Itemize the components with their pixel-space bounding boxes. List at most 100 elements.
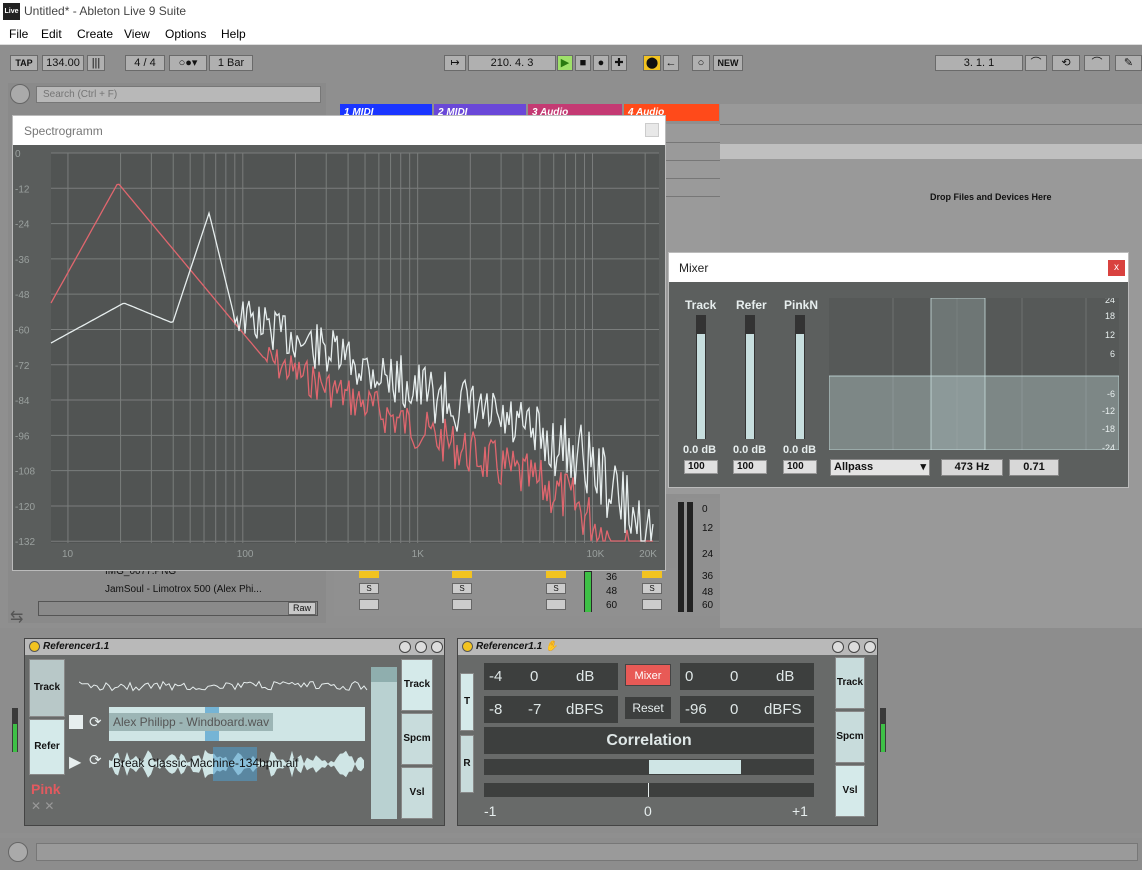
- track-activator-button[interactable]: [546, 570, 566, 578]
- solo-button[interactable]: S: [642, 583, 662, 594]
- draw-mode-icon[interactable]: ✎: [1115, 55, 1142, 71]
- q-field[interactable]: 0.71: [1009, 459, 1059, 476]
- quantize-select[interactable]: 1 Bar: [209, 55, 253, 71]
- browser-search-input[interactable]: [36, 86, 321, 103]
- solo-button[interactable]: S: [546, 583, 566, 594]
- channel-fader[interactable]: [696, 315, 706, 439]
- reset-button[interactable]: Reset: [625, 697, 671, 719]
- settings-icon[interactable]: [431, 641, 443, 653]
- arm-button[interactable]: [546, 599, 566, 610]
- loop-icon[interactable]: ⟳: [89, 713, 102, 731]
- loop-switch-icon[interactable]: ⟲: [1052, 55, 1080, 71]
- track-view-button[interactable]: Track: [835, 657, 865, 709]
- save-icon[interactable]: [399, 641, 411, 653]
- reference-clip-b[interactable]: Break Classic Machine-134bpm.aif: [109, 747, 365, 781]
- hotswap-icon[interactable]: [415, 641, 427, 653]
- referencer-device-1[interactable]: Referencer1.1 Track Refer Pink ✕ ✕ ⟳ ▶ ⟳…: [24, 638, 445, 826]
- loop-icon[interactable]: ⟳: [89, 751, 102, 769]
- menu-view[interactable]: View: [124, 27, 150, 41]
- arm-button[interactable]: [642, 599, 662, 610]
- mixer-button[interactable]: Mixer: [625, 664, 671, 686]
- reference-clip-a[interactable]: Alex Philipp - Windboard.wav: [109, 707, 365, 741]
- device-power-icon[interactable]: [462, 641, 473, 652]
- hotswap-icon[interactable]: [848, 641, 860, 653]
- output-meter: [371, 667, 397, 819]
- stop-icon[interactable]: [69, 715, 83, 729]
- mixer-window[interactable]: Mixer x Track Refer PinkN 0.0 dB 0.0 dB …: [668, 252, 1129, 488]
- solo-button[interactable]: S: [452, 583, 472, 594]
- file-name-b: Break Classic Machine-134bpm.aif: [113, 756, 299, 770]
- play-icon[interactable]: ▶: [557, 55, 573, 71]
- spectrogram-window[interactable]: Spectrogramm 0 -12 -24 -36 -48 -60 -72 -84 -96 -1…: [12, 115, 666, 571]
- vsl-view-button[interactable]: Vsl: [401, 767, 433, 819]
- r-button[interactable]: R: [460, 735, 474, 793]
- track-activator-button[interactable]: [359, 570, 379, 578]
- track-activator-button[interactable]: [452, 570, 472, 578]
- eq-display[interactable]: 24 18 12 6 -6 -12 -18 -24: [829, 298, 1119, 450]
- tempo-field[interactable]: 134.00: [42, 55, 84, 71]
- swap-icon[interactable]: ⇆: [10, 607, 23, 627]
- save-icon[interactable]: [832, 641, 844, 653]
- stop-icon[interactable]: ■: [575, 55, 591, 71]
- overdub-icon[interactable]: ✚: [611, 55, 627, 71]
- track-button[interactable]: Track: [29, 659, 65, 717]
- track-view-button[interactable]: Track: [401, 659, 433, 711]
- frequency-field[interactable]: 473 Hz: [941, 459, 1003, 476]
- browser-file-item[interactable]: JamSoul - Limotrox 500 (Alex Phi...: [105, 584, 320, 599]
- gain-readout-right: 0 0 dB: [680, 663, 814, 690]
- menu-options[interactable]: Options: [165, 27, 206, 41]
- new-button[interactable]: NEW: [713, 55, 743, 71]
- spectrogram-y-tick: -60: [15, 325, 30, 336]
- channel-volume[interactable]: 100: [783, 460, 817, 474]
- detail-toggle-icon[interactable]: [8, 842, 28, 862]
- close-icon[interactable]: x: [1108, 260, 1125, 276]
- arm-button[interactable]: [359, 599, 379, 610]
- filter-type-select[interactable]: Allpass ▾: [830, 459, 930, 476]
- mixer-strip-area: S S S S: [334, 568, 718, 616]
- close-icon[interactable]: [645, 123, 659, 137]
- device-level-meter: [880, 708, 886, 752]
- time-signature[interactable]: 4 / 4: [125, 55, 165, 71]
- channel-volume[interactable]: 100: [684, 460, 718, 474]
- automation-arm-icon[interactable]: ⬤: [643, 55, 661, 71]
- spectrogram-y-tick: -72: [15, 361, 30, 372]
- song-position[interactable]: 210. 4. 3: [468, 55, 556, 71]
- punch-in-icon[interactable]: ⌒: [1025, 55, 1047, 71]
- browser-toggle-icon[interactable]: [10, 84, 30, 104]
- nudge-icon[interactable]: |||: [87, 55, 105, 71]
- play-icon[interactable]: ▶: [69, 752, 81, 772]
- loop-start-position[interactable]: 3. 1. 1: [935, 55, 1023, 71]
- hand-icon: ✋: [544, 641, 558, 652]
- chevron-down-icon: ▾: [920, 461, 926, 473]
- close-icon[interactable]: ✕ ✕: [31, 799, 54, 813]
- session-record-icon[interactable]: ○: [692, 55, 710, 71]
- channel-fader[interactable]: [745, 315, 755, 439]
- record-icon[interactable]: ●: [593, 55, 609, 71]
- preview-waveform[interactable]: [38, 601, 318, 616]
- settings-icon[interactable]: [864, 641, 876, 653]
- back-to-arrangement-icon[interactable]: ←: [663, 55, 679, 71]
- punch-out-icon[interactable]: ⌒: [1084, 55, 1110, 71]
- raw-button[interactable]: Raw: [288, 602, 316, 615]
- t-button[interactable]: T: [460, 673, 474, 731]
- vsl-view-button[interactable]: Vsl: [835, 765, 865, 817]
- follow-icon[interactable]: ↦: [444, 55, 466, 71]
- menu-create[interactable]: Create: [77, 27, 113, 41]
- referencer-device-2[interactable]: Referencer1.1 ✋ T R -4 0 dB -8 -7 dBFS M…: [457, 638, 878, 826]
- arm-button[interactable]: [452, 599, 472, 610]
- level-meter: [584, 568, 592, 612]
- tap-button[interactable]: TAP: [10, 55, 38, 71]
- menu-help[interactable]: Help: [221, 27, 246, 41]
- device-power-icon[interactable]: [29, 641, 40, 652]
- refer-button[interactable]: Refer: [29, 719, 65, 775]
- device-title: Referencer1.1: [25, 639, 444, 655]
- menu-edit[interactable]: Edit: [41, 27, 62, 41]
- menu-file[interactable]: File: [9, 27, 28, 41]
- spcm-view-button[interactable]: Spcm: [401, 713, 433, 765]
- channel-fader[interactable]: [795, 315, 805, 439]
- spcm-view-button[interactable]: Spcm: [835, 711, 865, 763]
- channel-volume[interactable]: 100: [733, 460, 767, 474]
- metronome-button[interactable]: ○●▾: [169, 55, 207, 71]
- solo-button[interactable]: S: [359, 583, 379, 594]
- track-activator-button[interactable]: [642, 570, 662, 578]
